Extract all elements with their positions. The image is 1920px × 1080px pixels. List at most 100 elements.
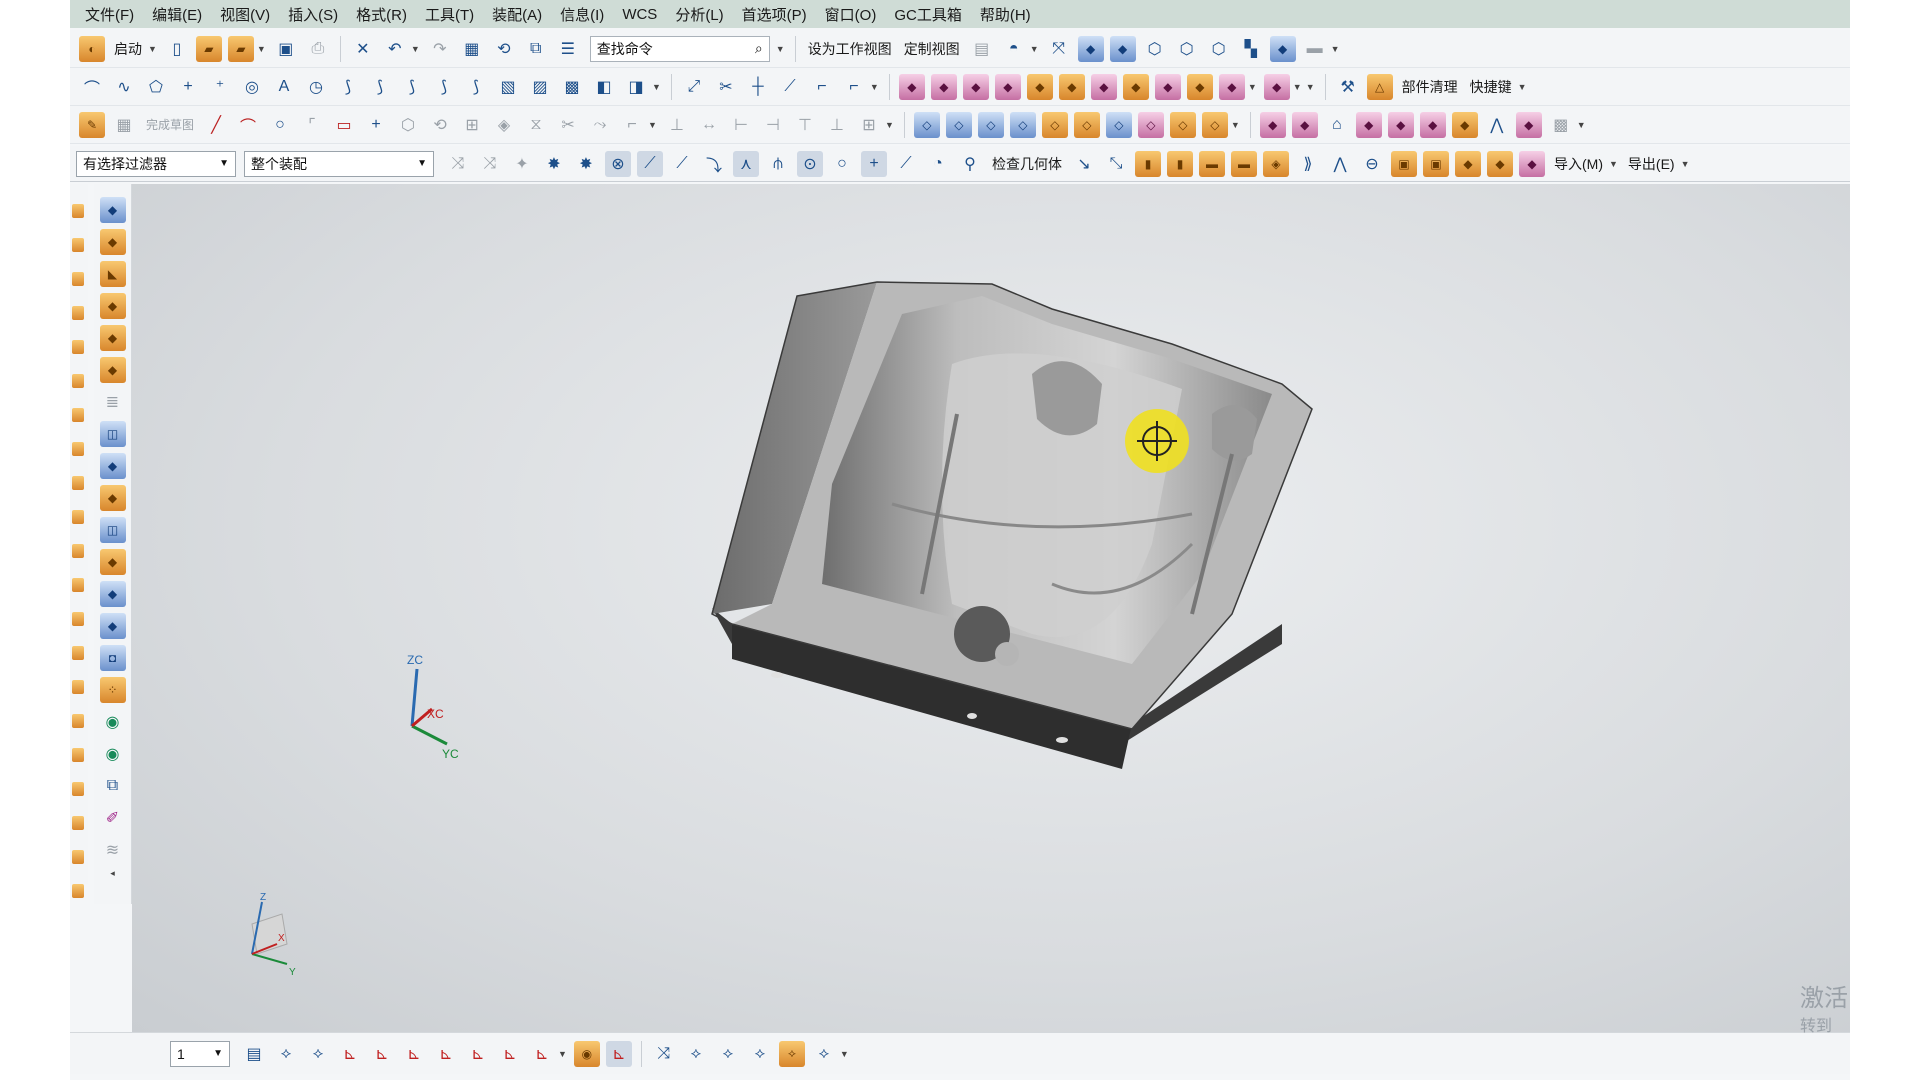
repair-icon[interactable]: ✐ — [100, 805, 126, 831]
delete-icon[interactable]: ✕ — [350, 36, 376, 62]
menu-info[interactable]: 信息(I) — [551, 4, 613, 25]
edge-blend-icon[interactable]: ◣ — [99, 261, 126, 287]
view-left-icon[interactable]: ⬡ — [1174, 36, 1200, 62]
parting-icon[interactable]: ◉ — [100, 741, 126, 767]
sketch-intersection-icon[interactable]: ⧖ — [523, 112, 549, 138]
show-only-icon[interactable]: ⟡ — [778, 1040, 805, 1067]
variable-offset-icon[interactable]: ◆ — [1291, 111, 1318, 138]
wcs-change-yc-icon[interactable]: ⊾ — [529, 1041, 555, 1067]
select-in-assembly-icon[interactable]: ✸ — [573, 151, 599, 177]
view-right-icon[interactable]: ⬡ — [1142, 36, 1168, 62]
graphics-window[interactable]: ZC XC YC Z X Y — [132, 184, 1850, 1032]
shortcut-dropdown-icon[interactable]: ▼ — [1518, 82, 1527, 92]
work-layer-select[interactable]: 1 ▼ — [170, 1040, 230, 1067]
background-dropdown-icon[interactable]: ▼ — [1331, 44, 1340, 54]
replace-face-icon[interactable]: ◆ — [994, 73, 1021, 100]
customize-view-button[interactable]: 定制视图 — [904, 39, 960, 59]
open-recent-icon[interactable]: ▰ — [227, 35, 254, 62]
sketch-mirror-icon[interactable]: ◈ — [491, 112, 517, 138]
tube-tool-icon[interactable] — [72, 748, 84, 762]
sketch-constraint-icon[interactable]: ⊥ — [664, 112, 690, 138]
mold-tool-icon[interactable]: ◉ — [100, 709, 126, 735]
divide-curve-icon[interactable]: ┼ — [745, 74, 771, 100]
minimum-radius-icon[interactable]: ▬ — [1199, 150, 1225, 177]
menu-tools[interactable]: 工具(T) — [416, 4, 483, 25]
thread-icon[interactable]: ≣ — [100, 389, 126, 415]
hide-icon[interactable]: ⟡ — [715, 1041, 741, 1067]
wcs-orient-icon[interactable]: ⊾ — [433, 1041, 459, 1067]
datum-csys-tool-icon[interactable] — [72, 578, 84, 592]
wrap-curve-icon[interactable]: ▨ — [527, 74, 553, 100]
control-point-snap-icon[interactable]: ⤵ — [701, 151, 727, 177]
curve-dropdown-icon[interactable]: ▼ — [652, 82, 661, 92]
undo-icon[interactable]: ↶ — [382, 36, 408, 62]
endpoint-snap-icon[interactable]: ⟋ — [637, 150, 663, 177]
thicken-icon[interactable]: ◆ — [1419, 111, 1446, 138]
menu-file[interactable]: 文件(F) — [76, 4, 143, 25]
circle-icon[interactable]: ○ — [267, 112, 293, 138]
wcs-set-icon[interactable]: ⊾ — [465, 1041, 491, 1067]
assembly-scope-select[interactable]: 整个装配 ▼ — [244, 150, 434, 177]
extend-icon[interactable]: ⤢ — [681, 74, 707, 100]
view-top-icon[interactable]: ◆ — [1109, 35, 1136, 62]
swept-icon[interactable]: ◇ — [1041, 111, 1068, 138]
sketch-edit-dropdown-icon[interactable]: ▼ — [648, 120, 657, 130]
scale-tool-icon[interactable] — [72, 850, 84, 864]
silhouette-flange-icon[interactable]: ⋀ — [1484, 112, 1510, 138]
point-on-curve-snap-icon[interactable]: + — [861, 150, 887, 177]
link-icon[interactable]: ⟲ — [491, 36, 517, 62]
convert-reference-icon[interactable]: ⊥ — [824, 112, 850, 138]
hole-tool-icon[interactable] — [72, 306, 84, 320]
trim-extend-icon[interactable]: ◆ — [1387, 111, 1414, 138]
fillet-sketch-icon[interactable]: ⌜ — [299, 112, 325, 138]
wcs-dropdown-icon[interactable]: ▼ — [558, 1049, 567, 1059]
spline-icon[interactable]: ∿ — [111, 74, 137, 100]
section-view-icon[interactable]: ▮ — [1167, 150, 1193, 177]
view-layout-icon[interactable]: ▤ — [969, 36, 995, 62]
polygon-icon[interactable]: ⬠ — [143, 74, 169, 100]
start-button[interactable]: 启动 — [114, 39, 142, 59]
shortcut-button[interactable]: 快捷键 — [1470, 77, 1512, 97]
window-icon[interactable]: ⧉ — [523, 36, 549, 62]
surface-more-dropdown-icon[interactable]: ▼ — [1577, 120, 1586, 130]
extrude-icon[interactable]: ◆ — [99, 197, 126, 223]
wcs-origin-icon[interactable]: ⊾ — [337, 1041, 363, 1067]
export-dropdown-icon[interactable]: ▼ — [1681, 159, 1690, 169]
trimmed-sheet-icon[interactable]: ◇ — [1105, 111, 1132, 138]
menu-preferences[interactable]: 首选项(P) — [733, 4, 816, 25]
subtract-icon[interactable]: ◫ — [99, 517, 126, 543]
mirror-icon[interactable]: ◨ — [623, 74, 649, 100]
trim-body-icon[interactable]: ▩ — [559, 74, 585, 100]
recent-dropdown-icon[interactable]: ▼ — [257, 44, 266, 54]
shell-icon[interactable]: ◆ — [99, 357, 126, 383]
n-sided-surface-icon[interactable]: ◇ — [1073, 111, 1100, 138]
save-icon[interactable]: ▣ — [273, 36, 299, 62]
finish-sketch-icon[interactable]: ▦ — [111, 112, 137, 138]
surface-more-icon[interactable]: ▩ — [1548, 112, 1574, 138]
intersect-curve-icon[interactable]: ⟆ — [431, 74, 457, 100]
synchronous-move-face-icon[interactable]: ◆ — [898, 73, 925, 100]
wave-geometry-icon[interactable]: ⚒ — [1335, 74, 1361, 100]
paste-face-icon[interactable]: ◆ — [1154, 73, 1181, 100]
interference-icon[interactable]: ◆ — [1455, 150, 1481, 177]
block-tool-icon[interactable] — [72, 714, 84, 728]
export-button[interactable]: 导出(E) — [1628, 154, 1675, 174]
pattern-face-icon[interactable]: ◆ — [1218, 73, 1245, 100]
move-to-layer-icon[interactable]: ⟡ — [273, 1041, 299, 1067]
rib-tool-icon[interactable] — [72, 476, 84, 490]
menu-help[interactable]: 帮助(H) — [971, 4, 1040, 25]
point-set-icon[interactable]: ⁺ — [207, 74, 233, 100]
menu-format[interactable]: 格式(R) — [347, 4, 416, 25]
finish-sketch-button[interactable]: 完成草图 — [146, 116, 194, 133]
bounded-grid-icon[interactable]: ◔ — [925, 151, 951, 177]
deviation-icon[interactable]: ◆ — [1487, 150, 1513, 177]
chamfer-curve-icon[interactable]: ⌐ — [841, 74, 867, 100]
wcs-rotate-icon[interactable]: ⊾ — [401, 1041, 427, 1067]
isocline-icon[interactable]: ⊖ — [1359, 151, 1385, 177]
draft-analysis-icon[interactable]: ◈ — [1263, 150, 1289, 177]
sketch-tool-icon[interactable] — [72, 204, 84, 218]
cylinder-tool-icon[interactable] — [72, 680, 84, 694]
cut-face-icon[interactable]: ◆ — [1122, 73, 1149, 100]
intersection-snap-icon[interactable]: ⋏ — [733, 150, 759, 177]
blend-icon[interactable]: ◆ — [1451, 111, 1478, 138]
